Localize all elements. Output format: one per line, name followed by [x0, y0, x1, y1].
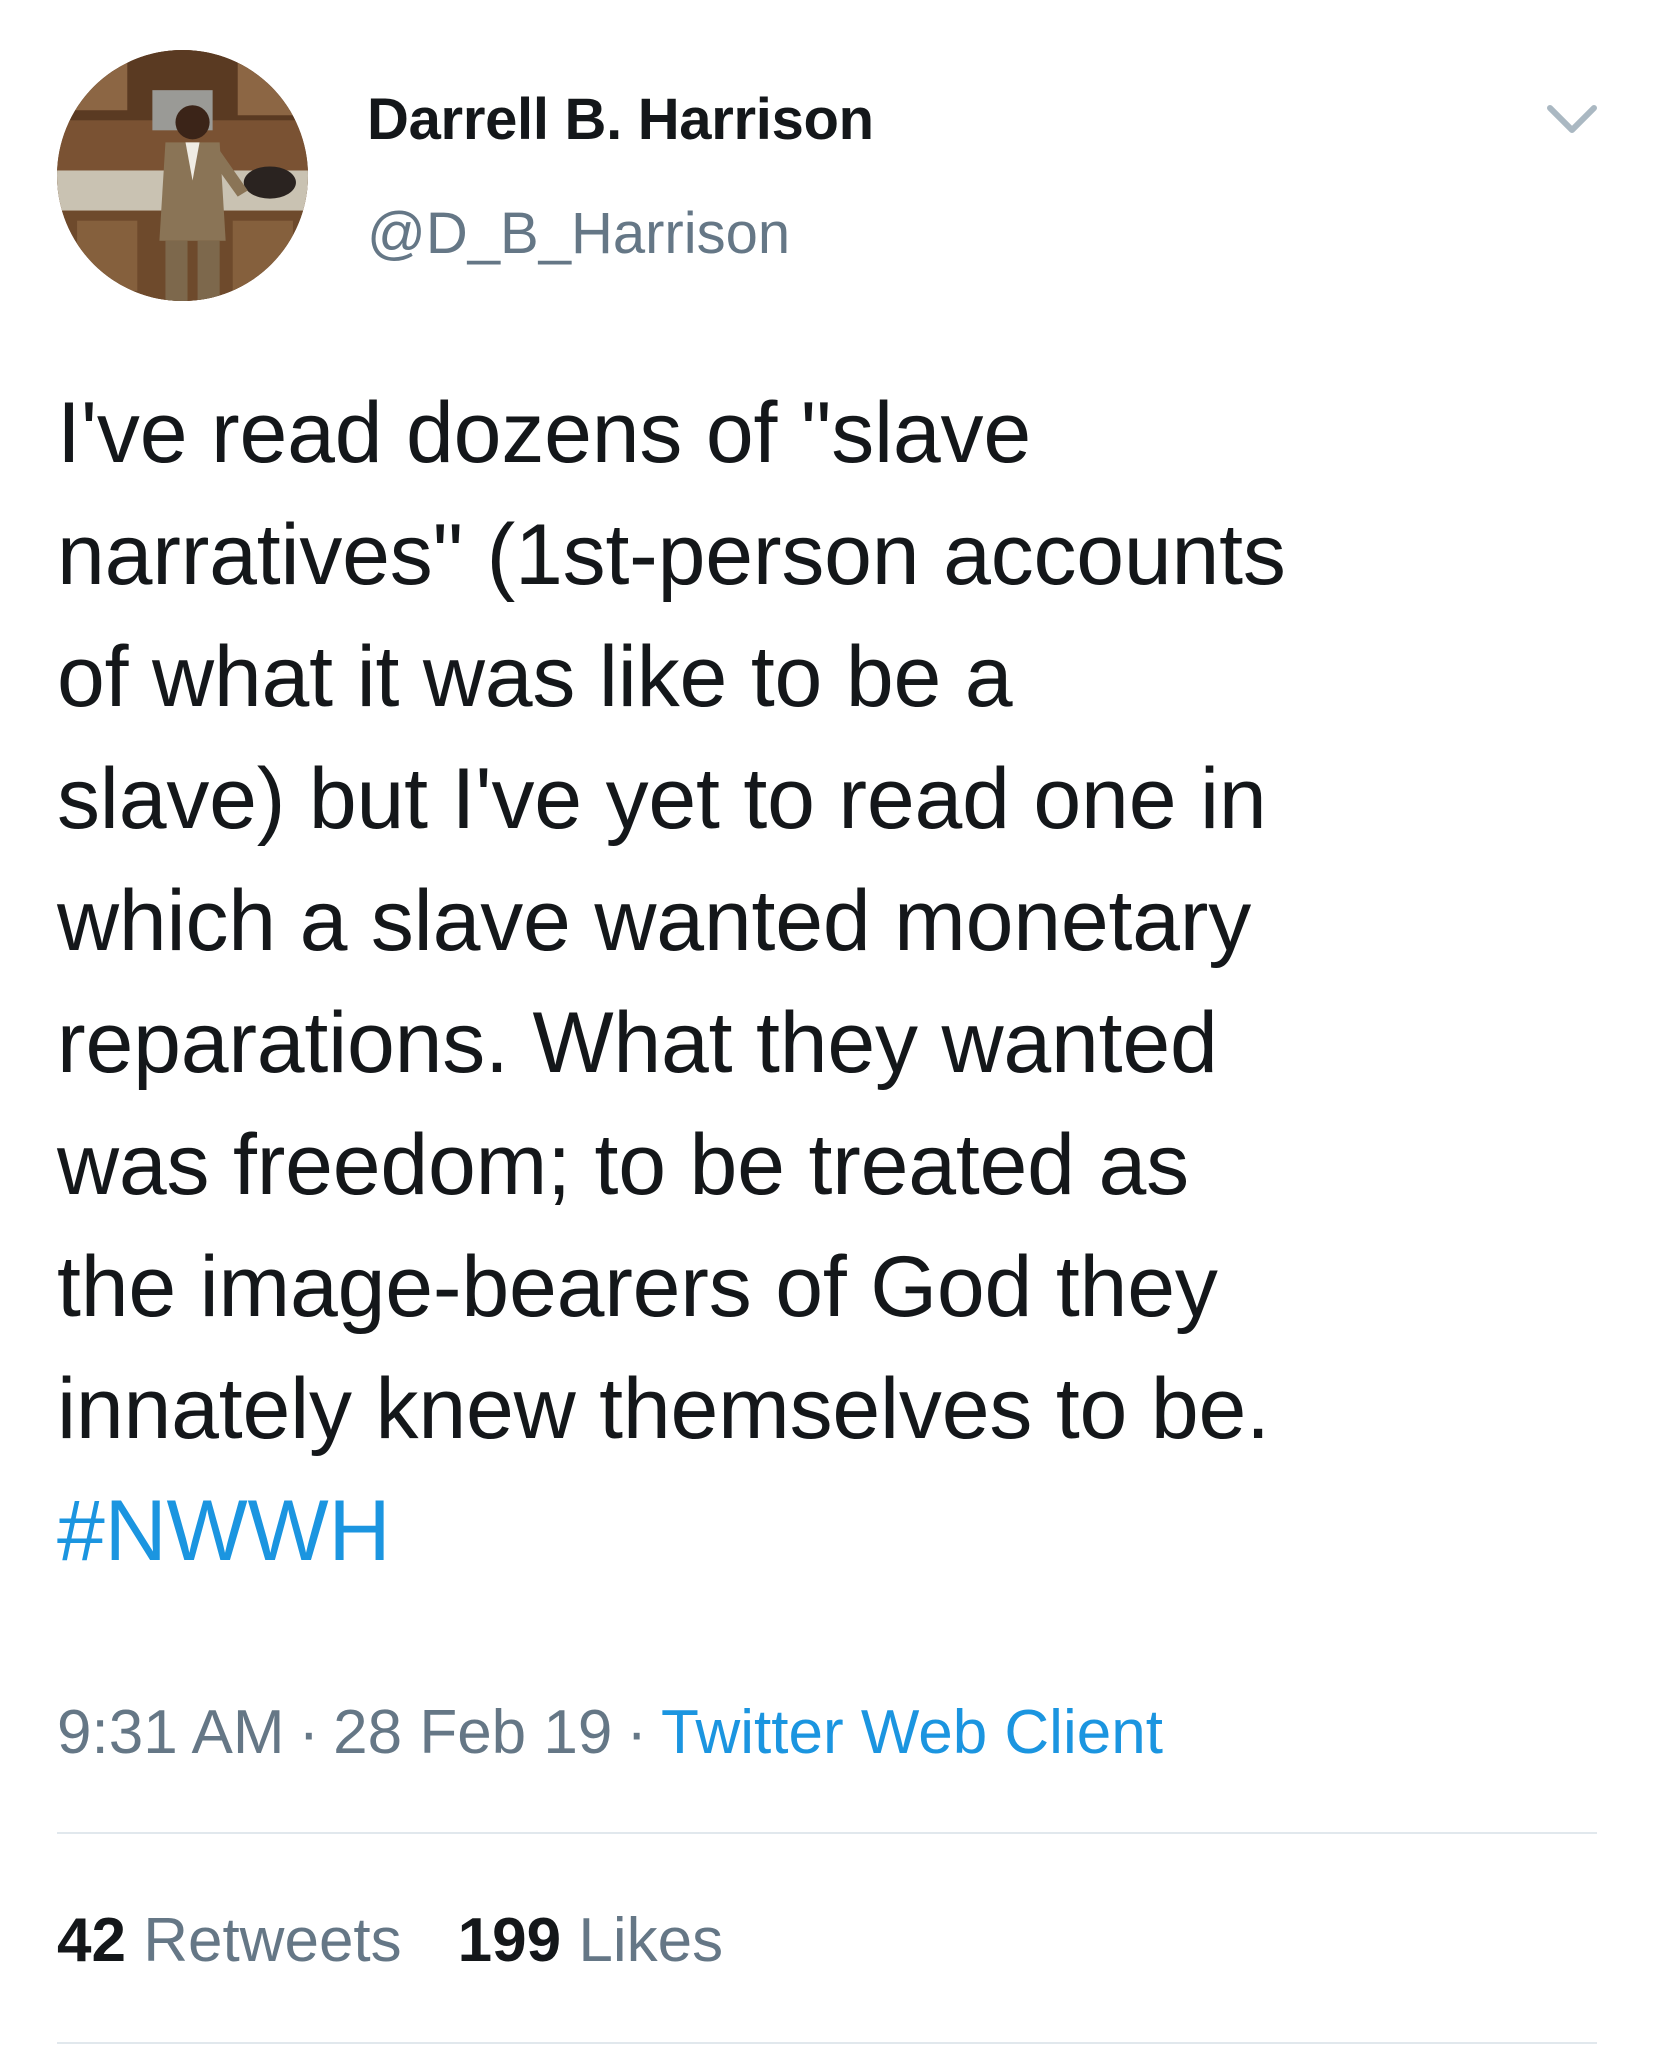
tweet-card: Darrell B. Harrison @D_B_Harrison I've r… [0, 0, 1654, 2048]
tweet-text: I've read dozens of "slave narratives" (… [57, 372, 1617, 1592]
tweet-meta: 9:31 AM · 28 Feb 19 · Twitter Web Client [57, 1697, 1163, 1768]
chevron-down-icon[interactable] [1542, 100, 1602, 140]
tweet-text-line: which a slave wanted monetary [57, 873, 1252, 969]
tweet-text-line: the image-bearers of God they [57, 1239, 1218, 1335]
user-handle[interactable]: @D_B_Harrison [367, 200, 790, 267]
divider [57, 2042, 1597, 2044]
tweet-text-line: I've read dozens of "slave [57, 385, 1031, 481]
retweets-label: Retweets [143, 1906, 402, 1975]
retweets-stat[interactable]: 42 Retweets [57, 1906, 402, 1975]
hashtag-link[interactable]: #NWWH [57, 1470, 1617, 1592]
tweet-time[interactable]: 9:31 AM [57, 1698, 284, 1767]
likes-count: 199 [457, 1906, 562, 1975]
tweet-text-line: of what it was like to be a [57, 629, 1013, 725]
tweet-text-line: slave) but I've yet to read one in [57, 751, 1267, 847]
tweet-text-line: was freedom; to be treated as [57, 1117, 1189, 1213]
meta-separator: · [626, 1698, 648, 1767]
likes-label: Likes [578, 1906, 724, 1975]
tweet-text-line: reparations. What they wanted [57, 995, 1218, 1091]
tweet-text-line: narratives" (1st-person accounts [57, 507, 1286, 603]
meta-separator: · [298, 1698, 320, 1767]
profile-photo-avatar [57, 50, 308, 301]
tweet-source-link[interactable]: Twitter Web Client [661, 1698, 1163, 1767]
divider [57, 1832, 1597, 1834]
display-name[interactable]: Darrell B. Harrison [367, 86, 874, 153]
tweet-date[interactable]: 28 Feb 19 [333, 1698, 612, 1767]
retweets-count: 42 [57, 1906, 126, 1975]
avatar[interactable] [57, 50, 308, 301]
likes-stat[interactable]: 199 Likes [458, 1906, 723, 1975]
tweet-stats: 42 Retweets 199 Likes [57, 1905, 723, 1976]
tweet-text-line: innately knew themselves to be. [57, 1361, 1270, 1457]
